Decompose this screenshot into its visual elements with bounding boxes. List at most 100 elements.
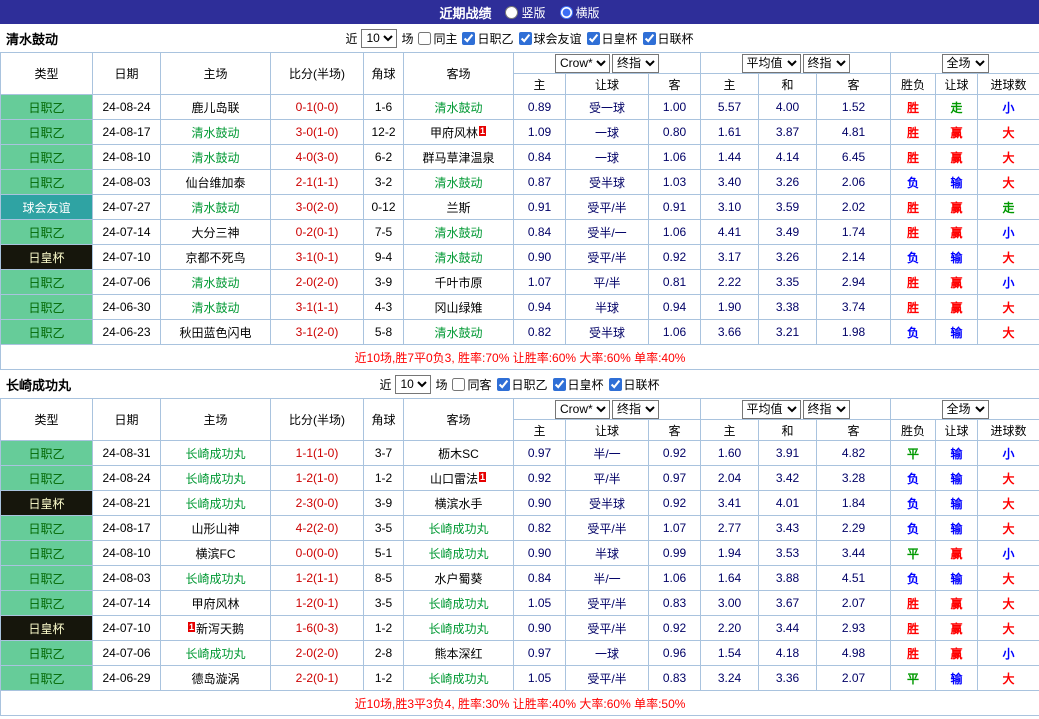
same-venue-checkbox[interactable] xyxy=(452,378,465,391)
full-match-select[interactable]: 全场 xyxy=(942,400,989,419)
avg-home-odds: 4.41 xyxy=(701,220,759,245)
corner-cell: 3-5 xyxy=(364,516,404,541)
corner-cell: 3-5 xyxy=(364,591,404,616)
vertical-radio[interactable] xyxy=(505,6,518,19)
fulltime-header: 全场 xyxy=(891,53,1039,74)
topbar: 近期战绩 竖版 横版 xyxy=(0,0,1039,24)
crow-away-odds: 0.94 xyxy=(649,295,701,320)
final-odds-select-2[interactable]: 终指 xyxy=(803,400,850,419)
same-venue-checkbox[interactable] xyxy=(418,32,431,45)
date-cell: 24-07-06 xyxy=(93,641,161,666)
match-row: 日职乙24-06-30清水鼓动3-1(1-1)4-3冈山绿雉0.94半球0.94… xyxy=(1,295,1039,320)
league-filter-option[interactable]: 日皇杯 xyxy=(585,30,638,47)
red-card-badge: 1 xyxy=(188,622,195,632)
league-filter-option[interactable]: 日职乙 xyxy=(495,376,548,393)
final-odds-select[interactable]: 终指 xyxy=(612,400,659,419)
home-team-cell: 横滨FC xyxy=(161,541,271,566)
near-label: 近 xyxy=(379,376,391,393)
handicap-line: 受平/半 xyxy=(566,616,649,641)
goals-result-cell: 小 xyxy=(978,441,1039,466)
avg-away-odds: 2.02 xyxy=(817,195,891,220)
full-match-select[interactable]: 全场 xyxy=(942,54,989,73)
column-header: 日期 xyxy=(93,399,161,441)
match-row: 球会友谊24-07-27清水鼓动3-0(2-0)0-12兰斯0.91受平/半0.… xyxy=(1,195,1039,220)
same-venue-option[interactable]: 同客 xyxy=(450,376,491,393)
crow-home-odds: 0.90 xyxy=(514,491,566,516)
average-odds-header: 平均值终指 xyxy=(701,53,891,74)
avg-home-odds: 1.54 xyxy=(701,641,759,666)
final-odds-select[interactable]: 终指 xyxy=(612,54,659,73)
avg-home-odds: 1.61 xyxy=(701,120,759,145)
handicap-line: 半球 xyxy=(566,541,649,566)
away-team-cell: 甲府风林1 xyxy=(404,120,514,145)
fulltime-header: 全场 xyxy=(891,399,1039,420)
bookmaker-select[interactable]: Crow* xyxy=(555,400,610,419)
league-filter-option[interactable]: 日职乙 xyxy=(460,30,513,47)
crow-home-odds: 1.09 xyxy=(514,120,566,145)
avg-away-odds: 2.29 xyxy=(817,516,891,541)
league-filter-option[interactable]: 日皇杯 xyxy=(551,376,604,393)
league-checkbox[interactable] xyxy=(519,32,532,45)
team-name-text: 新泻天鹅 xyxy=(196,622,244,636)
team-name-text: 清水鼓动 xyxy=(191,201,239,215)
match-row: 日职乙24-08-17清水鼓动3-0(1-0)12-2甲府风林11.09一球0.… xyxy=(1,120,1039,145)
league-filter-option[interactable]: 日联杯 xyxy=(607,376,660,393)
league-checkbox[interactable] xyxy=(462,32,475,45)
column-header: 日期 xyxy=(93,53,161,95)
avg-home-odds: 1.44 xyxy=(701,145,759,170)
final-odds-select-2[interactable]: 终指 xyxy=(803,54,850,73)
avg-draw-odds: 3.53 xyxy=(759,541,817,566)
bookmaker-select[interactable]: Crow* xyxy=(555,54,610,73)
away-team-cell: 清水鼓动 xyxy=(404,170,514,195)
same-venue-option[interactable]: 同主 xyxy=(416,30,457,47)
league-checkbox[interactable] xyxy=(609,378,622,391)
summary-text: 近10场,胜7平0负3, 胜率:70% 让胜率:60% 大率:60% 单率:40… xyxy=(1,345,1039,370)
score-cell: 3-0(1-0) xyxy=(271,120,364,145)
vertical-radio-label: 竖版 xyxy=(521,4,545,21)
handicap-line: 受平/半 xyxy=(566,666,649,691)
league-checkbox[interactable] xyxy=(643,32,656,45)
average-select[interactable]: 平均值 xyxy=(742,54,801,73)
avg-draw-odds: 3.43 xyxy=(759,516,817,541)
match-row: 日职乙24-08-24鹿儿岛联0-1(0-0)1-6清水鼓动0.89受一球1.0… xyxy=(1,95,1039,120)
away-team-cell: 山口雷法1 xyxy=(404,466,514,491)
team-name-text: 大分三神 xyxy=(191,226,239,240)
avg-draw-odds: 3.44 xyxy=(759,616,817,641)
column-header: 主场 xyxy=(161,53,271,95)
average-select[interactable]: 平均值 xyxy=(742,400,801,419)
avg-away-odds: 2.94 xyxy=(817,270,891,295)
league-checkbox[interactable] xyxy=(553,378,566,391)
league-cell: 日职乙 xyxy=(1,591,93,616)
handicap-result-cell: 输 xyxy=(936,320,978,345)
handicap-line: 一球 xyxy=(566,145,649,170)
horizontal-layout-option[interactable]: 横版 xyxy=(560,4,600,21)
avg-home-odds: 2.22 xyxy=(701,270,759,295)
match-count-select[interactable]: 10 xyxy=(395,375,431,394)
column-subheader: 进球数 xyxy=(978,74,1039,95)
avg-home-odds: 1.60 xyxy=(701,441,759,466)
match-row: 日职乙24-07-06清水鼓动2-0(2-0)3-9千叶市原1.07平/半0.8… xyxy=(1,270,1039,295)
vertical-layout-option[interactable]: 竖版 xyxy=(505,4,545,21)
league-checkbox[interactable] xyxy=(497,378,510,391)
match-row: 日职乙24-08-03仙台维加泰2-1(1-1)3-2清水鼓动0.87受半球1.… xyxy=(1,170,1039,195)
result-cell: 胜 xyxy=(891,120,936,145)
horizontal-radio[interactable] xyxy=(560,6,573,19)
goals-result-cell: 大 xyxy=(978,120,1039,145)
average-odds-header: 平均值终指 xyxy=(701,399,891,420)
avg-draw-odds: 3.91 xyxy=(759,441,817,466)
score-cell: 3-1(2-0) xyxy=(271,320,364,345)
home-team-cell: 山形山神 xyxy=(161,516,271,541)
column-subheader: 让球 xyxy=(566,74,649,95)
league-filter-option[interactable]: 球会友谊 xyxy=(517,30,582,47)
corner-cell: 4-3 xyxy=(364,295,404,320)
avg-away-odds: 2.07 xyxy=(817,666,891,691)
same-venue-label: 同客 xyxy=(467,376,491,393)
avg-away-odds: 1.98 xyxy=(817,320,891,345)
league-filter-option[interactable]: 日联杯 xyxy=(641,30,694,47)
league-checkbox[interactable] xyxy=(587,32,600,45)
match-row: 日职乙24-07-14大分三神0-2(0-1)7-5清水鼓动0.84受半/一1.… xyxy=(1,220,1039,245)
team-name-text: 清水鼓动 xyxy=(434,176,482,190)
match-count-select[interactable]: 10 xyxy=(361,29,397,48)
away-team-cell: 群马草津温泉 xyxy=(404,145,514,170)
handicap-line: 受一球 xyxy=(566,95,649,120)
